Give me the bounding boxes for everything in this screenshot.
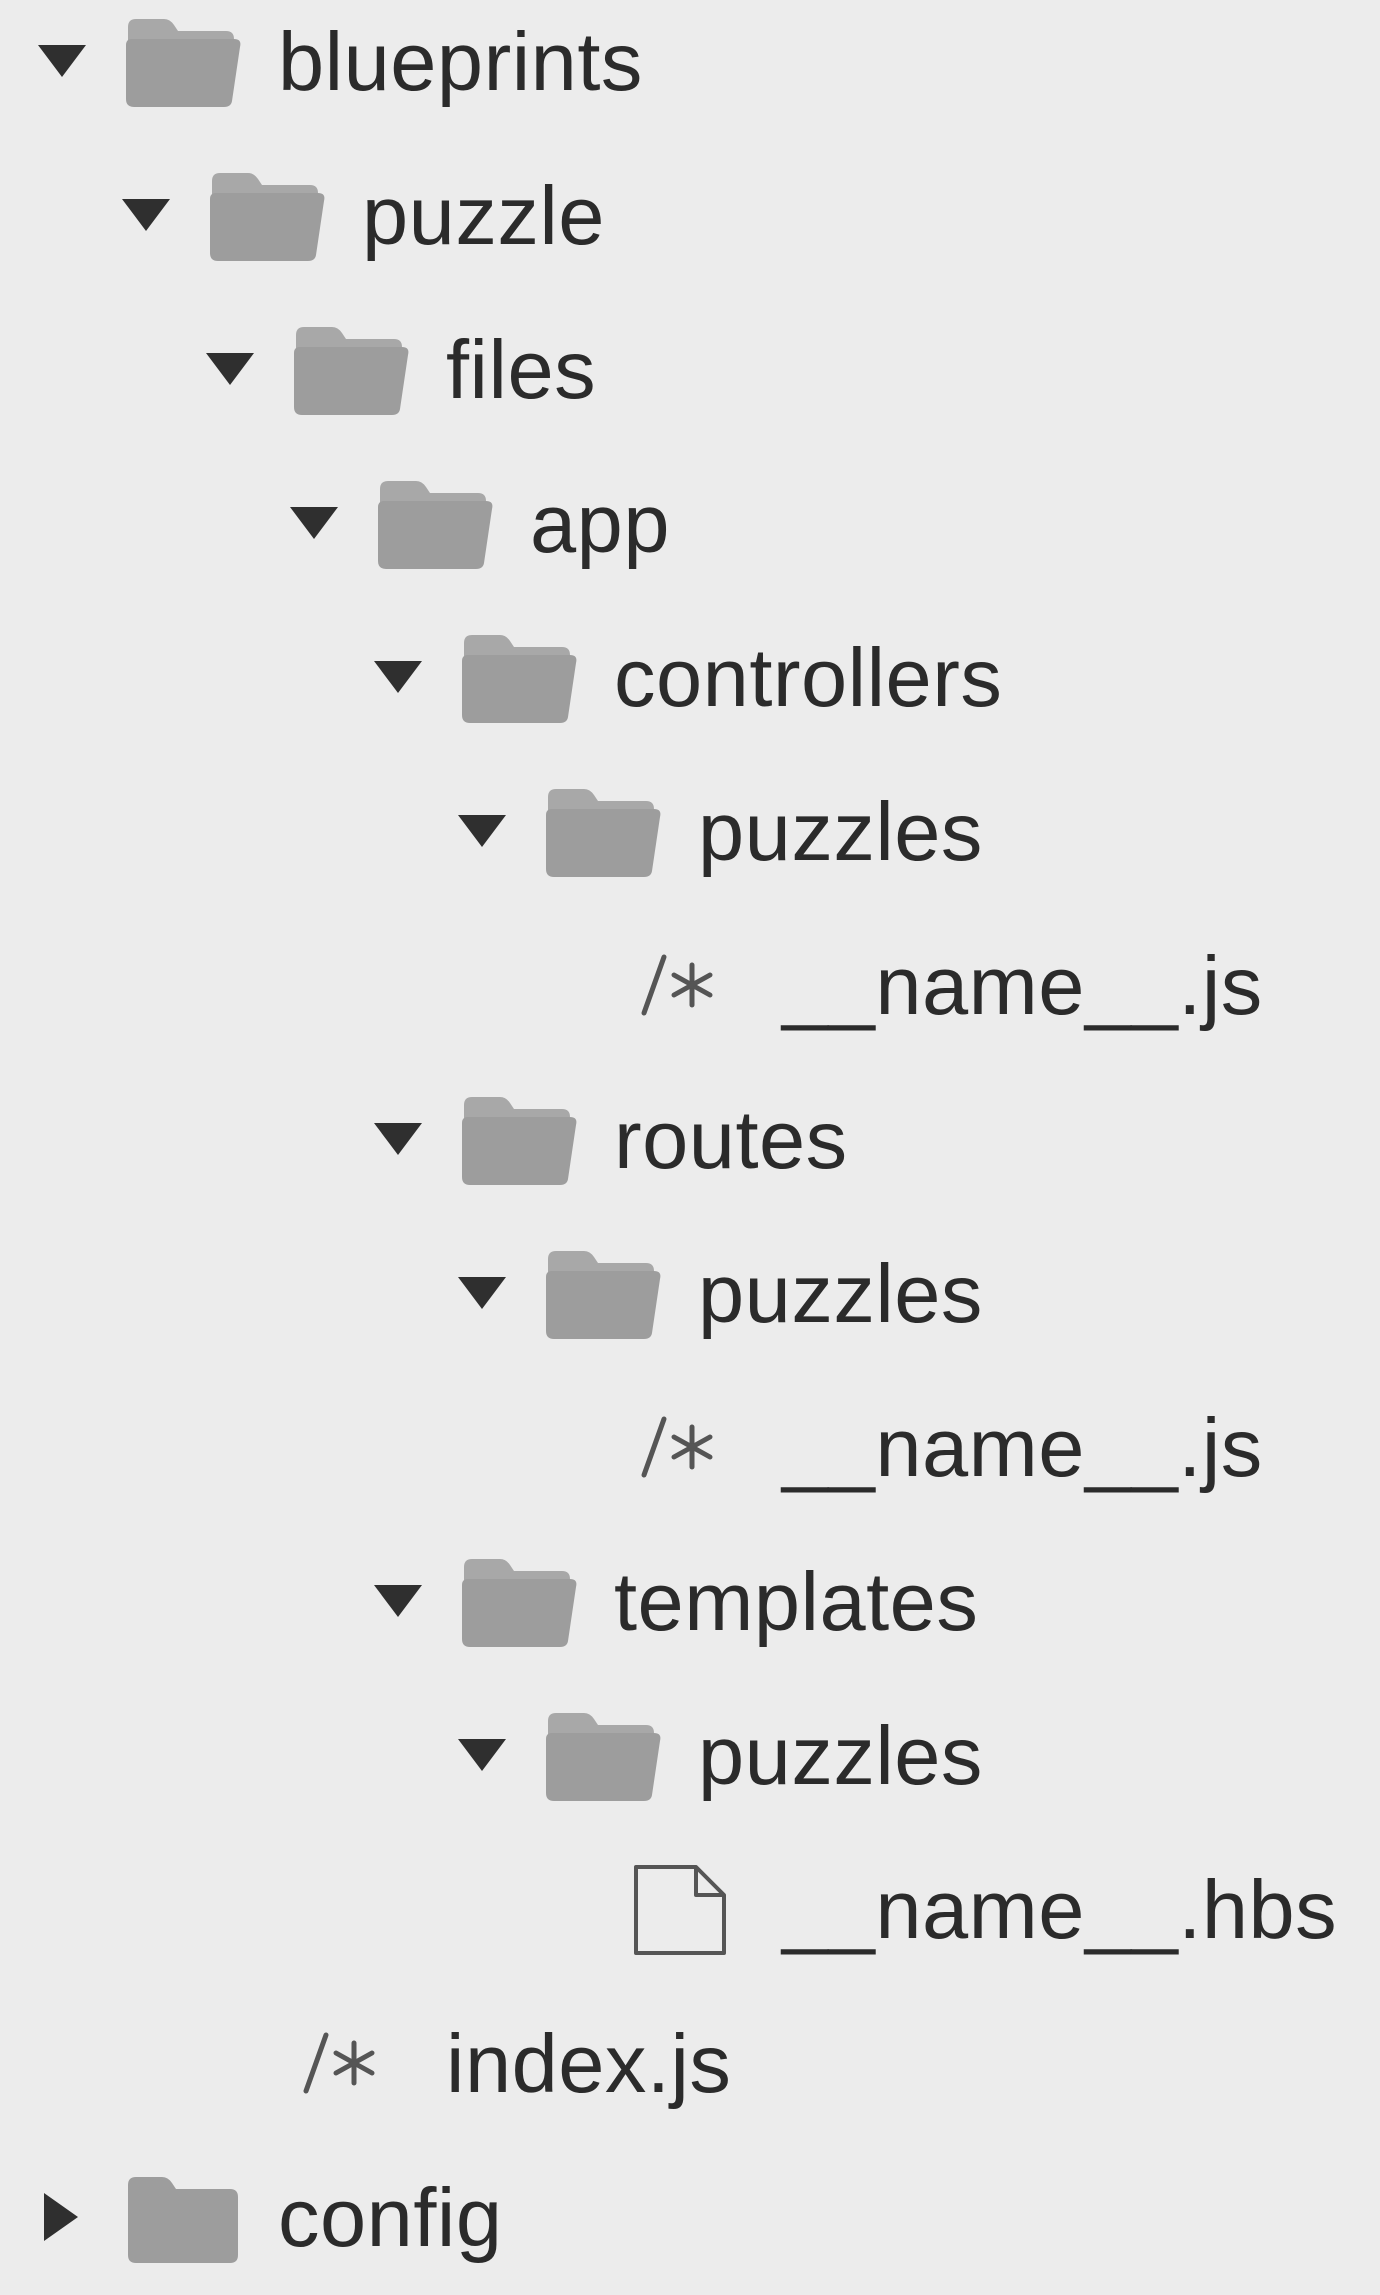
chevron-down-icon[interactable] (452, 1263, 512, 1323)
folder-icon (122, 11, 244, 111)
tree-row-route-name-js[interactable]: __name__.js (0, 1371, 1380, 1525)
chevron-right-icon[interactable] (32, 2187, 92, 2247)
tree-row-controller-name-js[interactable]: __name__.js (0, 909, 1380, 1063)
chevron-down-icon[interactable] (284, 493, 344, 553)
file-tree: blueprints puzzle files app controllers … (0, 0, 1380, 2265)
tree-item-label: puzzles (698, 1247, 983, 1340)
chevron-down-icon[interactable] (452, 1725, 512, 1785)
js-file-icon (636, 1397, 726, 1497)
folder-icon (290, 319, 412, 419)
folder-icon (542, 1243, 664, 1343)
folder-icon (458, 1089, 580, 1189)
js-file-icon (298, 2013, 388, 2113)
tree-row-templates[interactable]: templates (0, 1525, 1380, 1679)
tree-item-label: puzzle (362, 169, 605, 262)
tree-item-label: controllers (614, 631, 1003, 724)
tree-row-controllers-puzzles[interactable]: puzzles (0, 755, 1380, 909)
folder-icon (458, 627, 580, 727)
tree-item-label: index.js (446, 2017, 732, 2110)
tree-item-label: files (446, 323, 597, 416)
folder-icon (458, 1551, 580, 1651)
chevron-down-icon[interactable] (32, 31, 92, 91)
folder-icon (122, 2167, 244, 2267)
tree-item-label: templates (614, 1555, 979, 1648)
tree-row-routes-puzzles[interactable]: puzzles (0, 1217, 1380, 1371)
tree-item-label: config (278, 2171, 503, 2264)
document-icon (632, 1859, 728, 1959)
tree-row-app[interactable]: app (0, 447, 1380, 601)
tree-item-label: blueprints (278, 15, 643, 108)
tree-row-config[interactable]: config (0, 2141, 1380, 2295)
tree-row-routes[interactable]: routes (0, 1063, 1380, 1217)
tree-item-label: __name__.js (782, 939, 1263, 1032)
chevron-down-icon[interactable] (368, 1109, 428, 1169)
tree-row-index-js[interactable]: index.js (0, 1987, 1380, 2141)
js-file-icon (636, 935, 726, 1035)
tree-row-files[interactable]: files (0, 293, 1380, 447)
chevron-down-icon[interactable] (116, 185, 176, 245)
folder-icon (542, 1705, 664, 1805)
folder-icon (542, 781, 664, 881)
tree-item-label: routes (614, 1093, 848, 1186)
tree-row-puzzle[interactable]: puzzle (0, 139, 1380, 293)
chevron-down-icon[interactable] (200, 339, 260, 399)
tree-row-templates-puzzles[interactable]: puzzles (0, 1679, 1380, 1833)
tree-row-blueprints[interactable]: blueprints (0, 0, 1380, 139)
tree-item-label: __name__.js (782, 1401, 1263, 1494)
tree-item-label: __name__.hbs (782, 1863, 1338, 1956)
chevron-down-icon[interactable] (452, 801, 512, 861)
chevron-down-icon[interactable] (368, 647, 428, 707)
folder-icon (374, 473, 496, 573)
tree-item-label: puzzles (698, 785, 983, 878)
tree-row-controllers[interactable]: controllers (0, 601, 1380, 755)
tree-row-template-name-hbs[interactable]: __name__.hbs (0, 1833, 1380, 1987)
folder-icon (206, 165, 328, 265)
tree-item-label: puzzles (698, 1709, 983, 1802)
tree-item-label: app (530, 477, 670, 570)
chevron-down-icon[interactable] (368, 1571, 428, 1631)
